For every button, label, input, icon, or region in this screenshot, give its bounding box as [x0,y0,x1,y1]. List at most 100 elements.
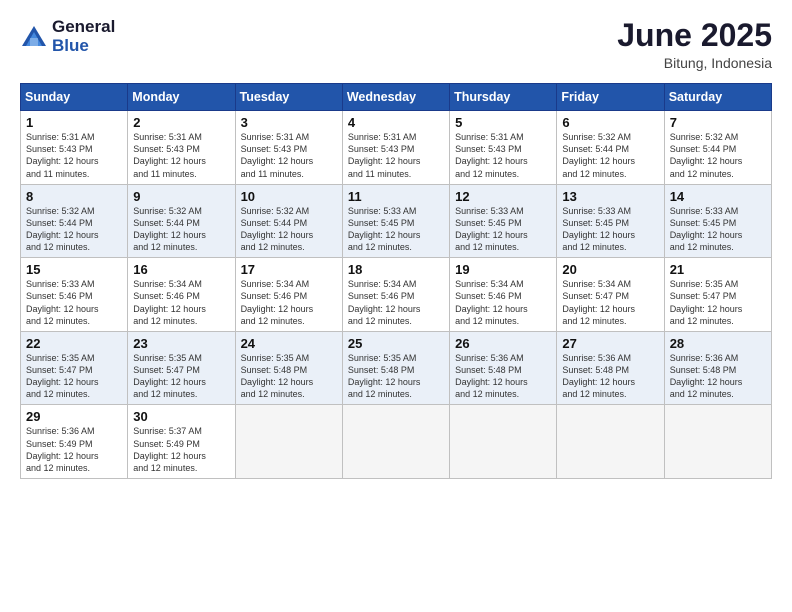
day-info: Sunrise: 5:33 AMSunset: 5:45 PMDaylight:… [562,205,658,254]
sunset-text: Sunset: 5:46 PM [348,291,415,301]
calendar-day-cell: 16Sunrise: 5:34 AMSunset: 5:46 PMDayligh… [128,258,235,332]
calendar-day-cell: 4Sunrise: 5:31 AMSunset: 5:43 PMDaylight… [342,111,449,185]
day-info: Sunrise: 5:34 AMSunset: 5:46 PMDaylight:… [133,278,229,327]
day-info: Sunrise: 5:34 AMSunset: 5:47 PMDaylight:… [562,278,658,327]
day-number: 8 [26,189,122,204]
title-block: June 2025 Bitung, Indonesia [617,18,772,71]
day-info: Sunrise: 5:31 AMSunset: 5:43 PMDaylight:… [455,131,551,180]
sunset-text: Sunset: 5:48 PM [562,365,629,375]
day-info: Sunrise: 5:31 AMSunset: 5:43 PMDaylight:… [26,131,122,180]
sunrise-text: Sunrise: 5:33 AM [455,206,524,216]
day-number: 13 [562,189,658,204]
logo-general: General [52,18,115,37]
header: General Blue June 2025 Bitung, Indonesia [20,18,772,71]
calendar-day-cell: 7Sunrise: 5:32 AMSunset: 5:44 PMDaylight… [664,111,771,185]
daylight-text: Daylight: 12 hours and 12 minutes. [348,377,421,399]
calendar-day-cell: 24Sunrise: 5:35 AMSunset: 5:48 PMDayligh… [235,331,342,405]
day-number: 30 [133,409,229,424]
daylight-text: Daylight: 12 hours and 12 minutes. [26,304,99,326]
day-number: 4 [348,115,444,130]
sunset-text: Sunset: 5:48 PM [241,365,308,375]
logo: General Blue [20,18,115,55]
sunset-text: Sunset: 5:46 PM [455,291,522,301]
sunset-text: Sunset: 5:49 PM [133,439,200,449]
daylight-text: Daylight: 12 hours and 12 minutes. [670,304,743,326]
sunrise-text: Sunrise: 5:35 AM [670,279,739,289]
calendar-week-row: 15Sunrise: 5:33 AMSunset: 5:46 PMDayligh… [21,258,772,332]
sunset-text: Sunset: 5:43 PM [133,144,200,154]
sunrise-text: Sunrise: 5:32 AM [670,132,739,142]
day-number: 17 [241,262,337,277]
sunset-text: Sunset: 5:47 PM [26,365,93,375]
sunrise-text: Sunrise: 5:33 AM [26,279,95,289]
daylight-text: Daylight: 12 hours and 12 minutes. [670,377,743,399]
daylight-text: Daylight: 12 hours and 12 minutes. [241,377,314,399]
day-number: 15 [26,262,122,277]
calendar-day-cell: 26Sunrise: 5:36 AMSunset: 5:48 PMDayligh… [450,331,557,405]
calendar-day-cell: 20Sunrise: 5:34 AMSunset: 5:47 PMDayligh… [557,258,664,332]
calendar-day-cell: 17Sunrise: 5:34 AMSunset: 5:46 PMDayligh… [235,258,342,332]
calendar-day-cell: 6Sunrise: 5:32 AMSunset: 5:44 PMDaylight… [557,111,664,185]
day-number: 26 [455,336,551,351]
day-info: Sunrise: 5:36 AMSunset: 5:48 PMDaylight:… [455,352,551,401]
day-number: 5 [455,115,551,130]
daylight-text: Daylight: 12 hours and 11 minutes. [133,156,206,178]
empty-cell [557,405,664,479]
sunrise-text: Sunrise: 5:35 AM [26,353,95,363]
sunset-text: Sunset: 5:48 PM [670,365,737,375]
empty-cell [450,405,557,479]
day-info: Sunrise: 5:36 AM Sunset: 5:48 PM Daylight:… [670,352,766,401]
day-info: Sunrise: 5:33 AMSunset: 5:45 PMDaylight:… [455,205,551,254]
day-info: Sunrise: 5:34 AMSunset: 5:46 PMDaylight:… [241,278,337,327]
daylight-text: Daylight: 12 hours and 12 minutes. [26,377,99,399]
day-info: Sunrise: 5:32 AMSunset: 5:44 PMDaylight:… [133,205,229,254]
sunset-text: Sunset: 5:44 PM [241,218,308,228]
day-info: Sunrise: 5:35 AMSunset: 5:47 PMDaylight:… [133,352,229,401]
sunset-text: Sunset: 5:44 PM [670,144,737,154]
daylight-text: Daylight: 12 hours and 11 minutes. [241,156,314,178]
sunrise-text: Sunrise: 5:31 AM [348,132,417,142]
day-number: 19 [455,262,551,277]
logo-blue: Blue [52,37,115,56]
day-number: 10 [241,189,337,204]
sunset-text: Sunset: 5:45 PM [562,218,629,228]
day-number: 24 [241,336,337,351]
sunset-text: Sunset: 5:45 PM [670,218,737,228]
day-number: 21 [670,262,766,277]
sunrise-text: Sunrise: 5:37 AM [133,426,202,436]
day-info: Sunrise: 5:32 AMSunset: 5:44 PMDaylight:… [241,205,337,254]
day-number: 27 [562,336,658,351]
sunset-text: Sunset: 5:43 PM [241,144,308,154]
daylight-text: Daylight: 12 hours and 12 minutes. [455,156,528,178]
day-info: Sunrise: 5:33 AMSunset: 5:46 PMDaylight:… [26,278,122,327]
daylight-text: Daylight: 12 hours and 12 minutes. [670,156,743,178]
col-header-monday: Monday [128,84,235,111]
calendar-day-cell: 29Sunrise: 5:36 AMSunset: 5:49 PMDayligh… [21,405,128,479]
day-number: 16 [133,262,229,277]
day-number: 20 [562,262,658,277]
sunrise-text: Sunrise: 5:34 AM [562,279,631,289]
sunrise-text: Sunrise: 5:31 AM [133,132,202,142]
calendar-week-row: 22Sunrise: 5:35 AMSunset: 5:47 PMDayligh… [21,331,772,405]
sunrise-text: Sunrise: 5:36 AM [562,353,631,363]
day-info: Sunrise: 5:35 AMSunset: 5:48 PMDaylight:… [348,352,444,401]
day-number: 22 [26,336,122,351]
daylight-text: Daylight: 12 hours and 12 minutes. [348,230,421,252]
calendar-day-cell: 3Sunrise: 5:31 AMSunset: 5:43 PMDaylight… [235,111,342,185]
calendar-day-cell: 2Sunrise: 5:31 AMSunset: 5:43 PMDaylight… [128,111,235,185]
day-number: 14 [670,189,766,204]
sunset-text: Sunset: 5:44 PM [562,144,629,154]
calendar-day-cell: 23Sunrise: 5:35 AMSunset: 5:47 PMDayligh… [128,331,235,405]
sunrise-text: Sunrise: 5:31 AM [455,132,524,142]
sunrise-text: Sunrise: 5:36 AM [670,353,739,363]
sunrise-text: Sunrise: 5:36 AM [26,426,95,436]
calendar-week-row: 8 Sunrise: 5:32 AMSunset: 5:44 PMDaylight… [21,184,772,258]
day-info: Sunrise: 5:31 AMSunset: 5:43 PMDaylight:… [348,131,444,180]
calendar-day-cell: 15Sunrise: 5:33 AMSunset: 5:46 PMDayligh… [21,258,128,332]
sunset-text: Sunset: 5:43 PM [26,144,93,154]
sunrise-text: Sunrise: 5:34 AM [241,279,310,289]
calendar-day-cell: 28Sunrise: 5:36 AMSunset: 5:48 PMDayligh… [664,331,771,405]
logo-icon [20,24,48,52]
sunrise-text: Sunrise: 5:36 AM [455,353,524,363]
logo-text: General Blue [52,18,115,55]
